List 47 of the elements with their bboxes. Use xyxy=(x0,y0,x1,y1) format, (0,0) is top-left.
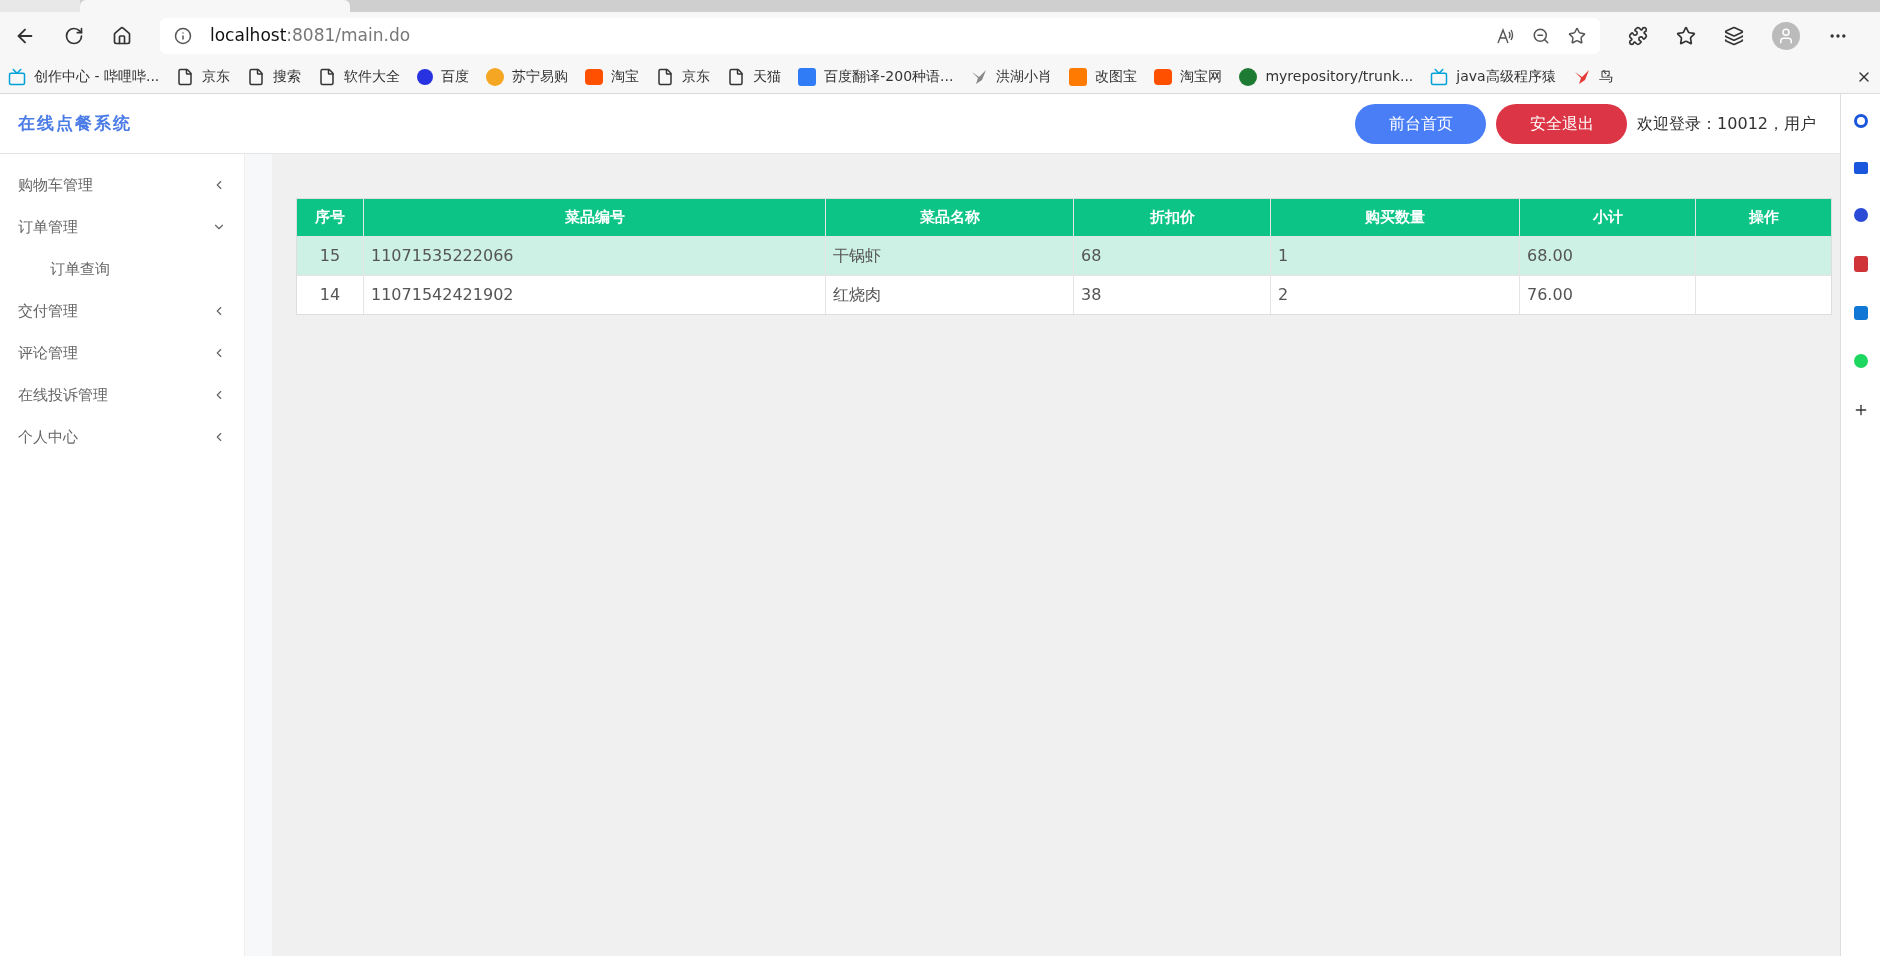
address-bar[interactable]: localhost:8081/main.do xyxy=(160,18,1600,54)
bookmark[interactable]: 鸟 xyxy=(1572,66,1613,87)
bookmark[interactable]: 京东 xyxy=(656,66,711,87)
header-button[interactable]: 安全退出 xyxy=(1496,103,1628,144)
app-title: 在线点餐系统 xyxy=(18,111,132,135)
url-text: localhost:8081/main.do xyxy=(210,24,411,48)
favorite-icon[interactable] xyxy=(1568,27,1586,45)
table-cell: 38 xyxy=(1074,276,1271,314)
bookmark[interactable]: 创作中心 - 哔哩哔... xyxy=(8,66,160,87)
bookmark[interactable]: 京东 xyxy=(176,66,231,87)
table-row[interactable]: 14 11071542421902 红烧肉 38 2 76.00 xyxy=(297,275,1831,314)
bookmark[interactable]: myrepository/trunk... xyxy=(1239,66,1414,87)
sidebar-item[interactable]: 购物车管理 xyxy=(0,164,244,206)
table-cell: 76.00 xyxy=(1520,276,1696,314)
table-cell: 2 xyxy=(1271,276,1520,314)
bookmark[interactable]: java高级程序猿 xyxy=(1430,66,1556,87)
bookmark[interactable]: 百度 xyxy=(417,66,470,87)
table-cell: 11071542421902 xyxy=(364,276,826,314)
table-row[interactable]: 15 11071535222066 干锅虾 68 1 68.00 xyxy=(297,236,1831,275)
sidebar-item[interactable]: 个人中心 xyxy=(0,416,244,458)
bookmark[interactable]: 搜索 xyxy=(247,66,302,87)
extensions-icon[interactable] xyxy=(1628,26,1648,46)
table-cell: 14 xyxy=(297,276,364,314)
bookmark[interactable]: 改图宝 xyxy=(1069,66,1138,87)
sidebar-item[interactable]: 交付管理 xyxy=(0,290,244,332)
welcome-text: 欢迎登录：10012，用户 xyxy=(1637,112,1816,135)
bookmark[interactable]: 软件大全 xyxy=(318,66,401,87)
table-cell: 红烧肉 xyxy=(826,276,1074,314)
favorites-icon[interactable] xyxy=(1676,26,1696,46)
collections-icon[interactable] xyxy=(1724,26,1744,46)
bookmark[interactable]: 淘宝网 xyxy=(1154,66,1223,87)
header-button[interactable]: 前台首页 xyxy=(1355,103,1487,144)
bookmark[interactable]: 天猫 xyxy=(727,66,782,87)
bookmark[interactable]: 洪湖小肖 xyxy=(970,66,1053,87)
info-icon[interactable] xyxy=(174,27,192,45)
bookmark[interactable]: 苏宁易购 xyxy=(486,66,569,87)
column-header: 操作 xyxy=(1747,207,1780,229)
sidebar-item[interactable]: 评论管理 xyxy=(0,332,244,374)
bookmark[interactable]: 百度翻译-200种语... xyxy=(798,66,954,87)
zoom-out-icon[interactable] xyxy=(1532,27,1550,45)
sidebar-subitem[interactable]: 订单查询 xyxy=(0,248,244,290)
home-icon[interactable] xyxy=(112,26,132,46)
bookmark[interactable]: 淘宝 xyxy=(585,66,640,87)
reload-icon[interactable] xyxy=(64,26,84,46)
sidebar-item[interactable]: 订单管理 xyxy=(0,206,244,248)
read-aloud-icon[interactable] xyxy=(1496,27,1514,45)
sidebar-item[interactable]: 在线投诉管理 xyxy=(0,374,244,416)
